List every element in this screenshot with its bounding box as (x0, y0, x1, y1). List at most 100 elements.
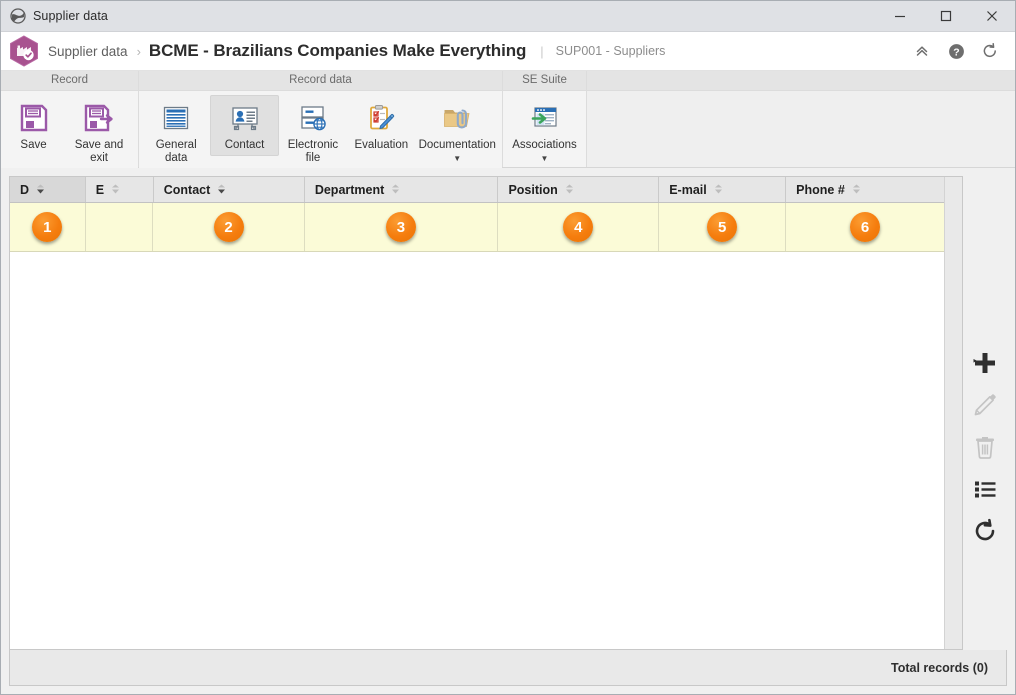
refresh-icon[interactable] (968, 514, 1002, 548)
evaluation-button[interactable]: Evaluation (347, 95, 415, 156)
associations-icon (528, 101, 562, 135)
chevron-down-icon[interactable]: ▼ (541, 154, 549, 163)
cell-contact[interactable]: 2 (153, 203, 305, 251)
page-title: BCME - Brazilians Companies Make Everyth… (148, 41, 527, 60)
record-subtitle: SUP001 - Suppliers (555, 44, 666, 58)
electronic-file-label: Electronic file (287, 139, 339, 164)
breadcrumb-root[interactable]: Supplier data (48, 44, 128, 59)
save-and-exit-button[interactable]: Save and exit (63, 95, 135, 169)
save-icon (17, 101, 51, 135)
close-button[interactable] (969, 2, 1015, 31)
window-title: Supplier data (33, 9, 108, 23)
documentation-label: Documentation (418, 139, 496, 151)
status-bar: Total records (0) (9, 650, 1007, 686)
general-data-button[interactable]: General data (142, 95, 210, 169)
save-button[interactable]: Save (4, 95, 63, 156)
evaluation-label: Evaluation (354, 139, 409, 151)
sort-none-icon[interactable] (391, 184, 400, 195)
ribbon-empty-body (587, 91, 1015, 167)
delete-icon (968, 430, 1002, 464)
contacts-grid: D E Contact Department Position E-mail P… (9, 176, 963, 650)
collapse-icon[interactable] (907, 36, 937, 66)
contact-button[interactable]: Contact (210, 95, 279, 156)
contact-label: Contact (224, 139, 265, 151)
new-record-row[interactable]: 1 2 3 4 5 6 (10, 203, 944, 252)
cell-position[interactable]: 4 (498, 203, 660, 251)
annotation-badge-2: 2 (213, 212, 244, 242)
svg-text:?: ? (953, 46, 959, 58)
annotation-badge-3: 3 (385, 212, 416, 242)
annotation-badge-6: 6 (850, 212, 881, 242)
ribbon-group-title: SE Suite (503, 71, 586, 91)
column-label: Contact (163, 182, 211, 197)
cell-e[interactable] (86, 203, 154, 251)
column-label: Position (508, 182, 558, 197)
general-data-label: General data (155, 139, 197, 164)
edit-icon (968, 388, 1002, 422)
annotation-badge-5: 5 (707, 212, 738, 242)
globe-icon (10, 8, 26, 24)
column-header-d[interactable]: D (10, 177, 86, 202)
ribbon-group-title: Record (1, 71, 138, 91)
refresh-icon[interactable] (975, 36, 1005, 66)
header-divider: | (540, 43, 544, 59)
add-icon[interactable] (968, 346, 1002, 380)
column-label: Department (314, 182, 385, 197)
factory-check-icon (9, 35, 39, 67)
column-header-position[interactable]: Position (498, 177, 660, 202)
maximize-button[interactable] (923, 2, 969, 31)
column-label: D (20, 182, 30, 197)
list-icon[interactable] (968, 472, 1002, 506)
column-header-phone[interactable]: Phone # (786, 177, 944, 202)
column-label: E (95, 182, 105, 197)
cell-d[interactable]: 1 (10, 203, 86, 251)
cell-email[interactable]: 5 (659, 203, 787, 251)
title-bar: Supplier data (1, 1, 1015, 32)
cell-department[interactable]: 3 (305, 203, 499, 251)
ribbon-group-body: Associations ▼ (503, 91, 586, 167)
column-header-email[interactable]: E-mail (659, 177, 787, 202)
ribbon-empty-area (587, 71, 1015, 167)
sort-none-icon[interactable] (111, 184, 120, 195)
ribbon-group-record: Record Save Save and exit (1, 71, 139, 169)
associations-button[interactable]: Associations ▼ (506, 95, 583, 167)
electronic-file-icon (296, 101, 330, 135)
grid-action-rail (963, 176, 1007, 650)
grid-header-row: D E Contact Department Position E-mail P… (10, 177, 944, 203)
main-content: D E Contact Department Position E-mail P… (1, 168, 1015, 650)
grid-empty-body (10, 252, 944, 649)
sort-none-icon[interactable] (565, 184, 574, 195)
ribbon-group-se-suite: SE Suite Associations ▼ (503, 71, 587, 167)
minimize-button[interactable] (877, 2, 923, 31)
ribbon-group-body: Save Save and exit (1, 91, 138, 169)
sort-desc-icon[interactable] (217, 184, 226, 195)
electronic-file-button[interactable]: Electronic file (279, 95, 347, 169)
column-header-e[interactable]: E (85, 177, 154, 202)
sort-desc-icon[interactable] (36, 184, 45, 195)
chevron-down-icon[interactable]: ▼ (453, 154, 461, 163)
ribbon-empty-title (587, 71, 1015, 91)
ribbon-group-title: Record data (139, 71, 502, 91)
total-records-label: Total records (0) (890, 660, 988, 675)
column-header-contact[interactable]: Contact (153, 177, 305, 202)
documentation-button[interactable]: Documentation ▼ (416, 95, 500, 167)
grid-vertical-scrollbar[interactable] (944, 177, 962, 649)
sort-none-icon[interactable] (714, 184, 723, 195)
associations-label: Associations (512, 139, 577, 151)
grid-main: D E Contact Department Position E-mail P… (10, 177, 944, 649)
column-label: Phone # (796, 182, 845, 197)
cell-phone[interactable]: 6 (786, 203, 944, 251)
contact-icon (228, 101, 262, 135)
annotation-badge-1: 1 (32, 212, 63, 242)
column-header-department[interactable]: Department (304, 177, 499, 202)
ribbon-group-body: General data Contact Electronic file Eva… (139, 91, 502, 169)
breadcrumb-header: Supplier data › BCME - Brazilians Compan… (1, 32, 1015, 71)
annotation-badge-4: 4 (563, 212, 594, 242)
help-icon[interactable]: ? (941, 36, 971, 66)
save-and-exit-icon (82, 101, 116, 135)
save-and-exit-label: Save and exit (74, 139, 124, 164)
evaluation-icon (364, 101, 398, 135)
sort-none-icon[interactable] (852, 184, 861, 195)
breadcrumb-separator-icon: › (136, 43, 141, 59)
column-label: E-mail (669, 182, 707, 197)
